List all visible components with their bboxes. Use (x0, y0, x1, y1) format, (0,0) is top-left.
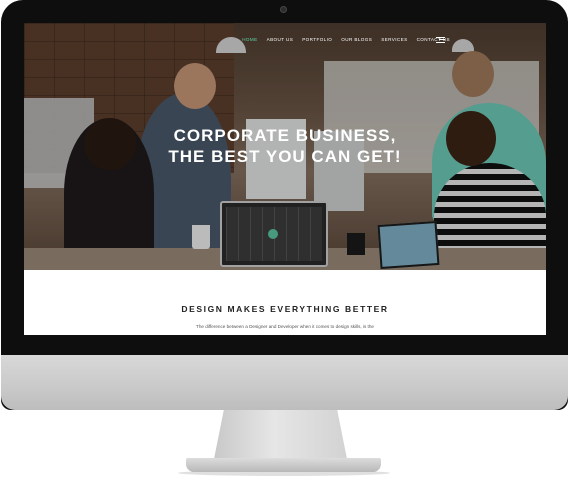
monitor-chin (1, 355, 568, 410)
monitor-stand-neck (213, 410, 348, 464)
nav-item-about-us[interactable]: ABOUT US (267, 37, 294, 42)
hero-title-line-2: THE BEST YOU CAN GET! (168, 147, 402, 166)
monitor-frame: HOME ABOUT US PORTFOLIO OUR BLOGS SERVIC… (1, 0, 568, 410)
hamburger-menu-icon[interactable] (436, 35, 445, 43)
hero-section: HOME ABOUT US PORTFOLIO OUR BLOGS SERVIC… (24, 23, 546, 270)
section-text: The difference between a Designer and De… (196, 324, 374, 329)
hero-title: CORPORATE BUSINESS, THE BEST YOU CAN GET… (24, 125, 546, 167)
nav-item-our-blogs[interactable]: OUR BLOGS (341, 37, 372, 42)
main-nav: HOME ABOUT US PORTFOLIO OUR BLOGS SERVIC… (233, 37, 450, 42)
nav-item-home[interactable]: HOME (242, 37, 257, 42)
website-screen: HOME ABOUT US PORTFOLIO OUR BLOGS SERVIC… (24, 23, 546, 335)
nav-item-services[interactable]: SERVICES (381, 37, 407, 42)
hero-title-line-1: CORPORATE BUSINESS, (173, 126, 397, 145)
section-title: DESIGN MAKES EVERYTHING BETTER (181, 304, 389, 314)
nav-item-portfolio[interactable]: PORTFOLIO (302, 37, 332, 42)
monitor-stand-base (186, 458, 381, 472)
webcam-icon (280, 6, 287, 13)
